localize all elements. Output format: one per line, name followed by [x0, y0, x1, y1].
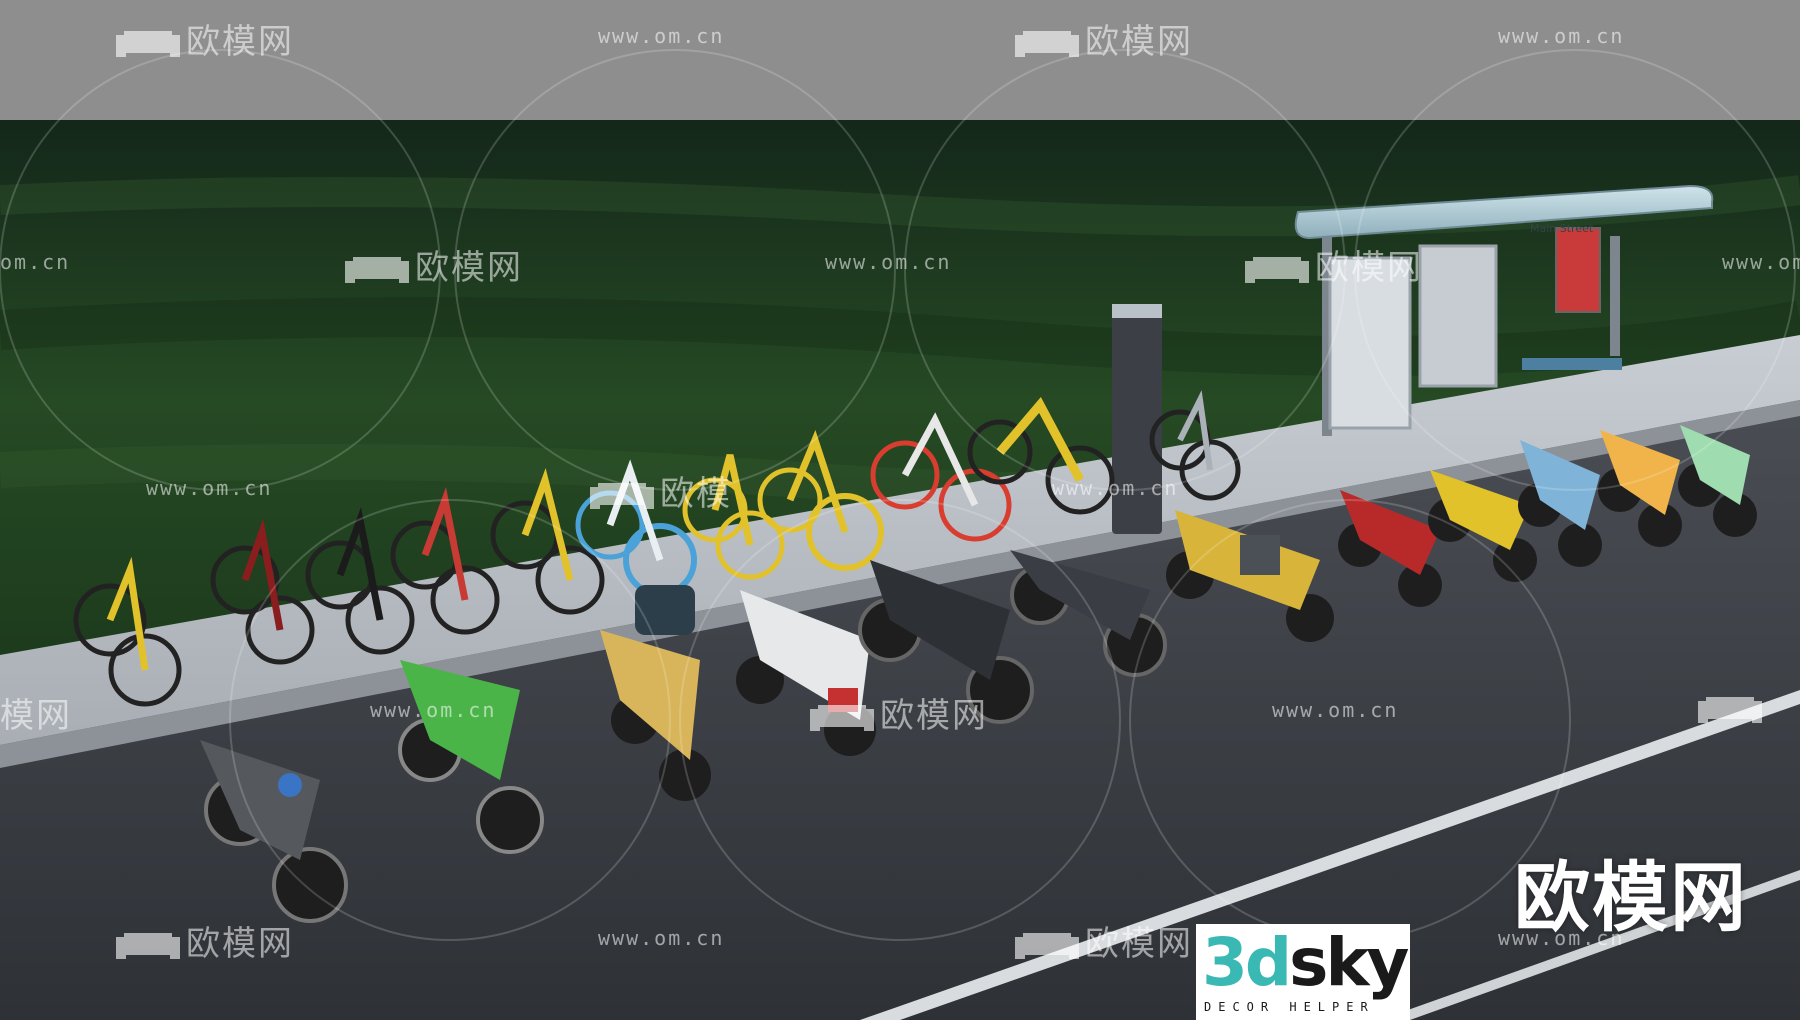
logo-sky: sky	[1289, 924, 1409, 1001]
watermark-cn-fragment-left: 模网	[0, 696, 72, 736]
watermark-cn-3: 欧模网	[345, 240, 523, 289]
sofa-icon	[1015, 933, 1079, 959]
watermark-cn-1: 欧模网	[116, 14, 294, 63]
sofa-icon	[1245, 257, 1309, 283]
sofa-icon	[116, 933, 180, 959]
watermark-cn-4: 欧模网	[1245, 240, 1423, 289]
watermark-cn-9: 欧模网	[1015, 916, 1193, 965]
brand-logo: 3dsky DECOR HELPER	[1196, 924, 1410, 1020]
watermark-cn-8: 欧模网	[116, 916, 294, 965]
ad-panel-right	[1418, 244, 1498, 388]
watermark-cn-5: 欧模	[590, 466, 732, 515]
watermark-url-fragment-left: om.cn	[0, 250, 71, 274]
logo-wordmark: 3dsky	[1202, 924, 1409, 1002]
watermark-url-8: www.om.cn	[1272, 698, 1399, 722]
bus-stop-sign: Main Street	[1530, 222, 1594, 235]
watermark-url-3: www.om.cn	[825, 250, 952, 274]
watermark-url-5: www.om.cn	[146, 476, 273, 500]
watermark-cn-7	[1698, 688, 1768, 728]
watermark-url-2: www.om.cn	[1498, 24, 1625, 48]
sofa-icon	[1015, 31, 1079, 57]
brand-cn-title: 欧模网	[1514, 853, 1748, 942]
watermark-url-7: www.om.cn	[370, 698, 497, 722]
watermark-cn-2: 欧模网	[1015, 14, 1193, 63]
bench	[1522, 358, 1622, 370]
watermark-url-6: www.om.cn	[1052, 476, 1179, 500]
logo-tagline: DECOR HELPER	[1204, 1000, 1375, 1014]
sofa-icon	[345, 257, 409, 283]
watermark-url-4: www.om.cn	[1722, 250, 1800, 274]
sofa-icon	[116, 31, 180, 57]
watermark-url-9: www.om.cn	[598, 926, 725, 950]
watermark-cn-6: 欧模网	[810, 688, 988, 737]
sofa-icon	[810, 705, 874, 731]
sofa-icon	[1698, 697, 1762, 723]
sofa-icon	[590, 483, 654, 509]
watermark-url-1: www.om.cn	[598, 24, 725, 48]
logo-3d: 3d	[1202, 924, 1292, 1001]
timetable-sign	[1555, 227, 1601, 313]
